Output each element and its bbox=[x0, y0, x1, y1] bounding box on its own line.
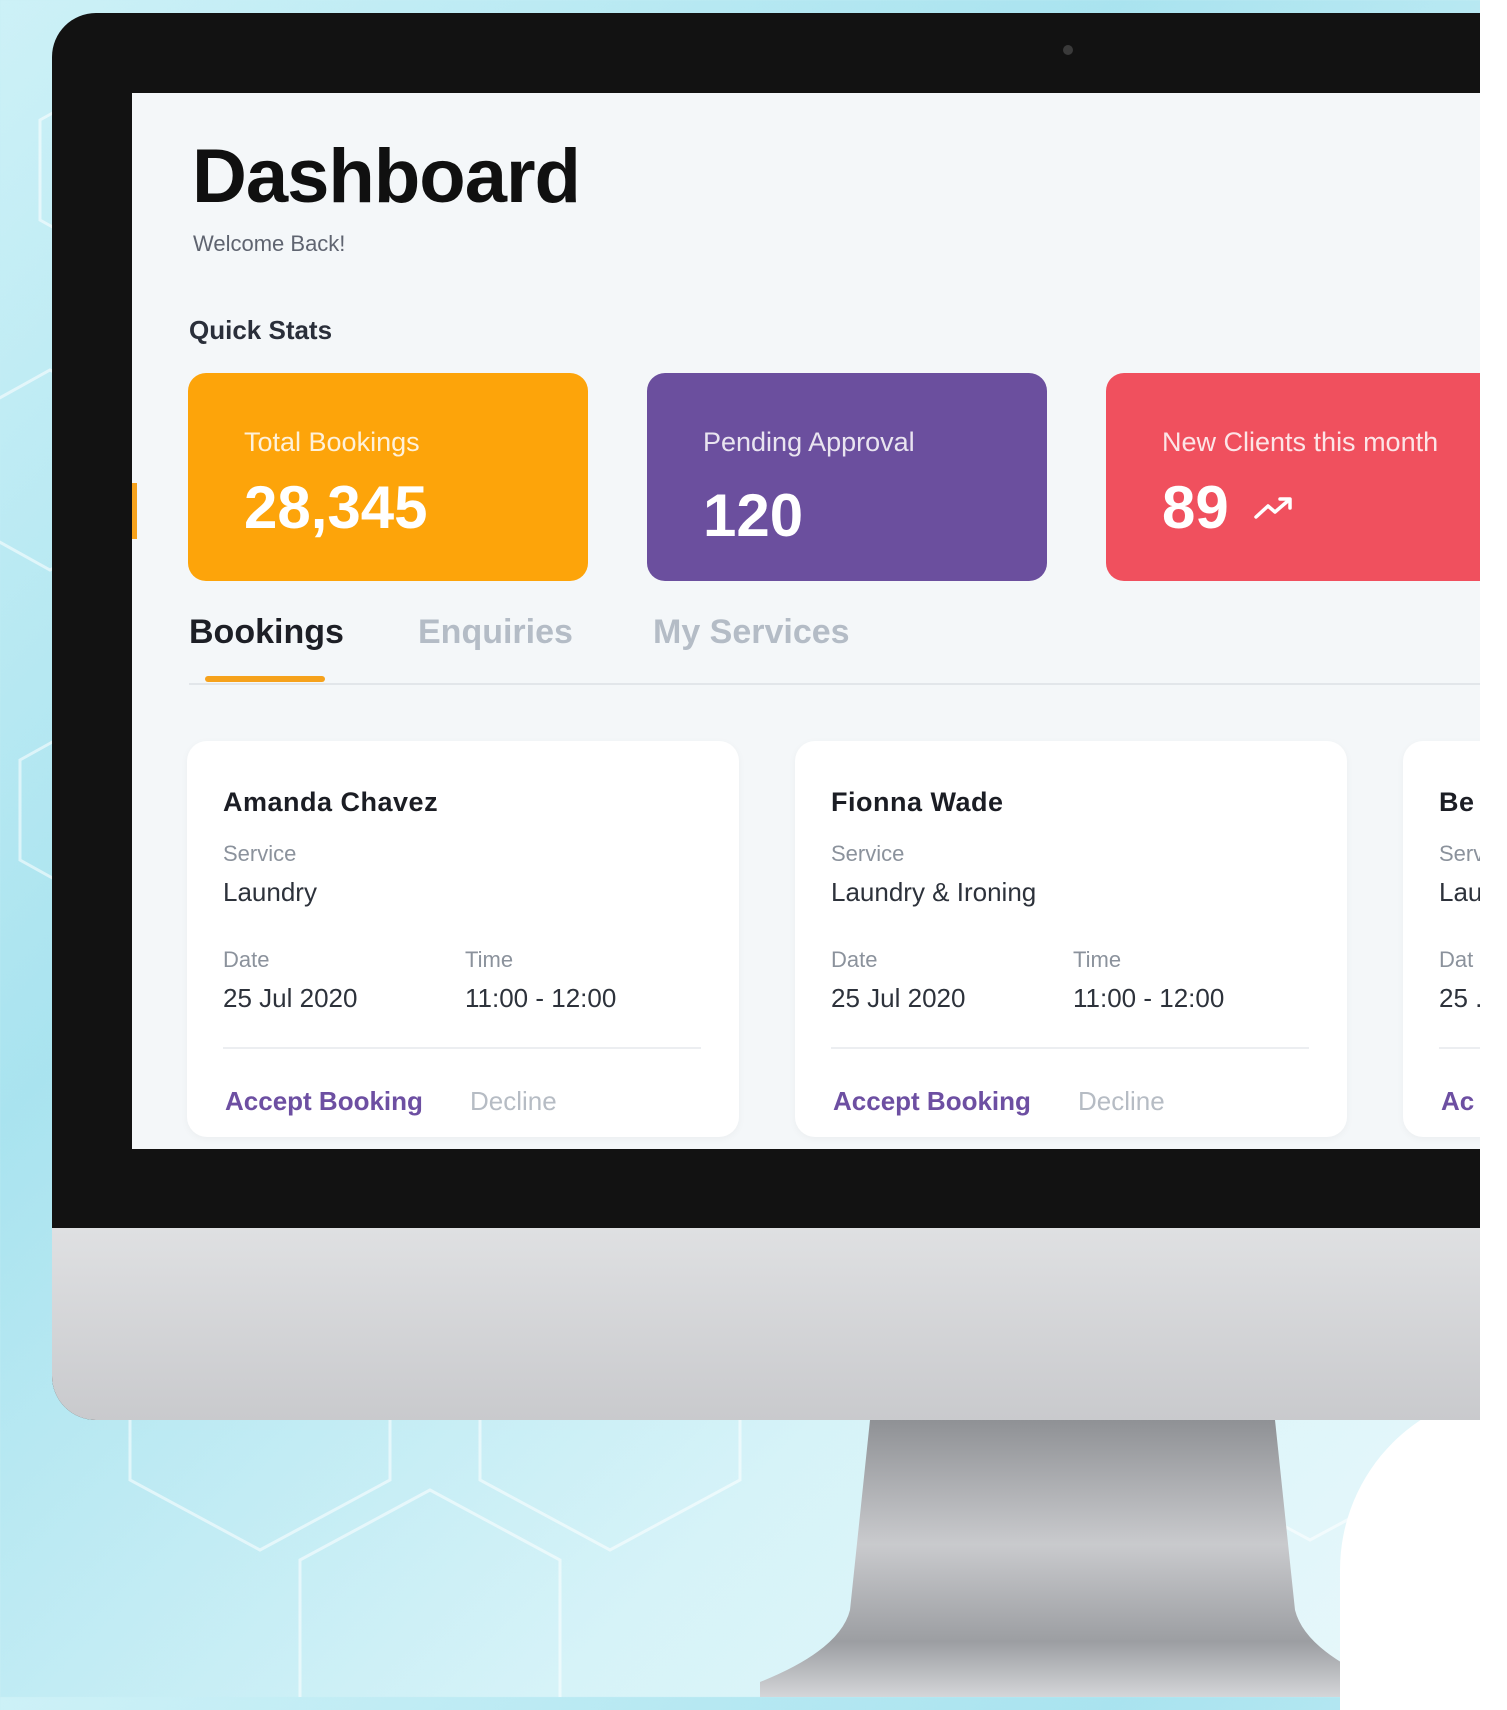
client-name: Fionna Wade bbox=[831, 787, 1004, 817]
tab-bookings[interactable]: Bookings bbox=[189, 613, 344, 652]
sidebar-active-marker bbox=[132, 483, 137, 539]
stat-label: Pending Approval bbox=[703, 427, 915, 457]
stat-card-pending-approval[interactable]: Pending Approval 120 bbox=[647, 373, 1047, 581]
stat-card-new-clients[interactable]: New Clients this month 89 bbox=[1106, 373, 1480, 581]
date-value: 25 Jul 2020 bbox=[831, 983, 966, 1013]
dashboard-screen: Dashboard Welcome Back! Quick Stats Tota… bbox=[132, 93, 1480, 1149]
accept-booking-button[interactable]: Ac bbox=[1441, 1086, 1474, 1117]
camera-dot bbox=[1063, 45, 1073, 55]
service-value: Laundry & Ironing bbox=[831, 877, 1037, 907]
stat-label: Total Bookings bbox=[244, 427, 420, 457]
page-title: Dashboard bbox=[192, 134, 581, 219]
stat-value: 89 bbox=[1162, 474, 1229, 541]
tab-my-services[interactable]: My Services bbox=[653, 613, 850, 652]
tab-enquiries[interactable]: Enquiries bbox=[418, 613, 573, 652]
welcome-subtitle: Welcome Back! bbox=[193, 231, 346, 256]
service-label: Service bbox=[223, 841, 297, 866]
booking-tabs: Bookings Enquiries My Services bbox=[189, 613, 1480, 685]
decline-button[interactable]: Decline bbox=[470, 1086, 557, 1117]
stat-label: New Clients this month bbox=[1162, 427, 1439, 457]
date-label: Dat bbox=[1439, 947, 1474, 972]
decline-button[interactable]: Decline bbox=[1078, 1086, 1165, 1117]
accept-booking-button[interactable]: Accept Booking bbox=[833, 1086, 1031, 1117]
service-value: Laundry bbox=[223, 877, 317, 907]
time-label: Time bbox=[1073, 947, 1122, 972]
client-name: Be bbox=[1439, 787, 1475, 817]
service-label: Service bbox=[831, 841, 905, 866]
client-name: Amanda Chavez bbox=[223, 787, 439, 817]
active-tab-indicator bbox=[205, 676, 325, 682]
booking-card: Amanda Chavez Service Laundry Date 25 Ju… bbox=[187, 741, 739, 1137]
booking-card: Be Serv Lau Dat 25 . Ac bbox=[1403, 741, 1480, 1137]
card-divider bbox=[1439, 1047, 1480, 1049]
quick-stats-heading: Quick Stats bbox=[189, 315, 333, 345]
booking-card: Fionna Wade Service Laundry & Ironing Da… bbox=[795, 741, 1347, 1137]
date-label: Date bbox=[831, 947, 878, 972]
date-label: Date bbox=[223, 947, 270, 972]
stat-card-total-bookings[interactable]: Total Bookings 28,345 bbox=[188, 373, 588, 581]
stat-value: 28,345 bbox=[244, 474, 428, 541]
accept-booking-button[interactable]: Accept Booking bbox=[225, 1086, 423, 1117]
service-label: Serv bbox=[1439, 841, 1480, 866]
monitor-frame: Dashboard Welcome Back! Quick Stats Tota… bbox=[52, 13, 1480, 1420]
time-value: 11:00 - 12:00 bbox=[465, 983, 617, 1013]
time-value: 11:00 - 12:00 bbox=[1073, 983, 1225, 1013]
monitor-stand bbox=[760, 1420, 1380, 1697]
monitor-chin bbox=[52, 1228, 1480, 1420]
trending-up-icon bbox=[1254, 497, 1292, 519]
date-value: 25 Jul 2020 bbox=[223, 983, 358, 1013]
card-divider bbox=[223, 1047, 701, 1049]
date-value: 25 . bbox=[1439, 983, 1480, 1013]
time-label: Time bbox=[465, 947, 514, 972]
stat-value: 120 bbox=[703, 482, 804, 549]
card-divider bbox=[831, 1047, 1309, 1049]
service-value: Lau bbox=[1439, 877, 1480, 907]
